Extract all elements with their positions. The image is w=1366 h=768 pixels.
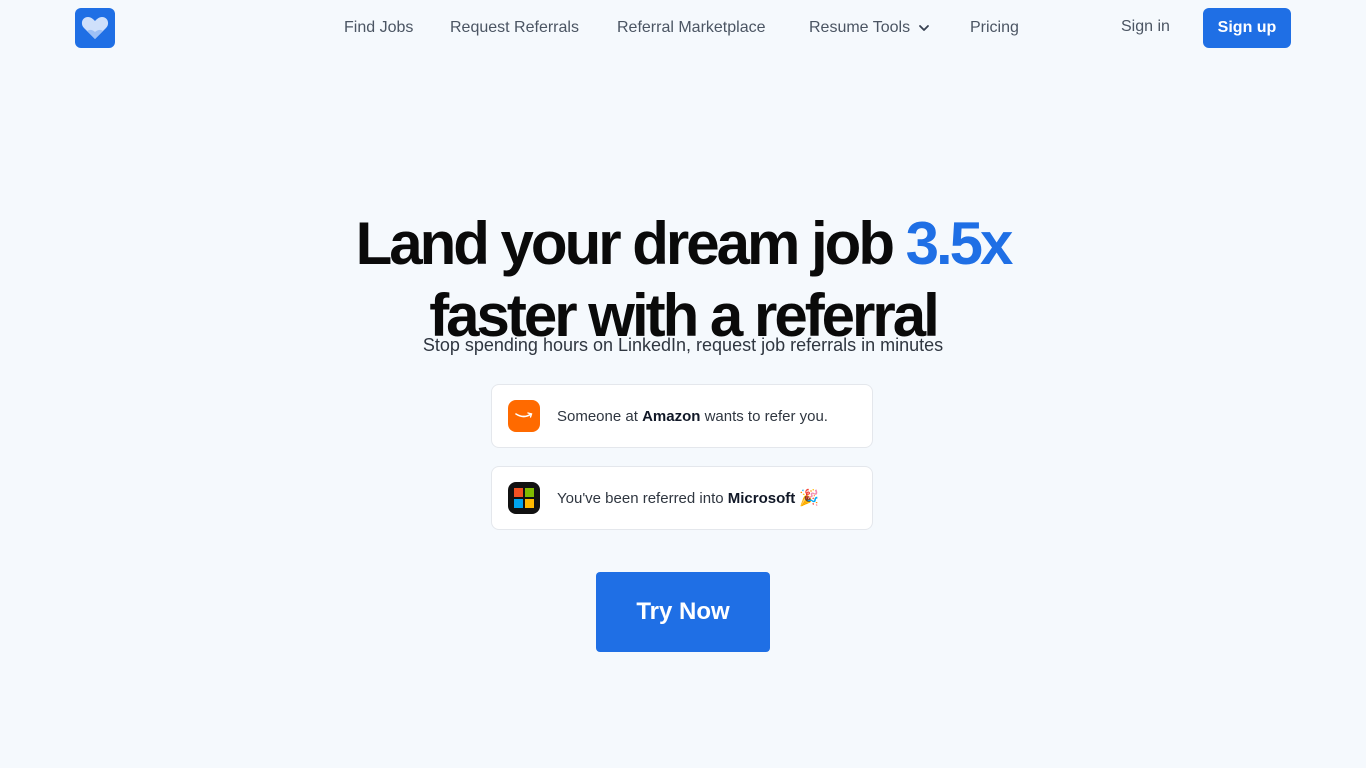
notification-prefix: You've been referred into	[557, 490, 728, 507]
amazon-icon	[508, 400, 540, 432]
sign-in-link[interactable]: Sign in	[1121, 18, 1170, 36]
notification-text: Someone at Amazon wants to refer you.	[557, 408, 828, 425]
nav-find-jobs[interactable]: Find Jobs	[344, 19, 413, 37]
company-name: Microsoft	[727, 490, 796, 507]
hero-subhead: Stop spending hours on LinkedIn, request…	[422, 335, 944, 355]
nav-pricing[interactable]: Pricing	[970, 19, 1019, 37]
party-popper-icon: 🎉	[799, 490, 820, 507]
microsoft-icon	[508, 482, 540, 514]
notification-amazon: Someone at Amazon wants to refer you.	[491, 384, 873, 448]
headline-accent: 3.5x	[905, 210, 1014, 278]
nav-request-referrals[interactable]: Request Referrals	[450, 19, 579, 37]
try-now-button[interactable]: Try Now	[596, 572, 770, 652]
headline-part1: Land your dream job	[355, 210, 906, 278]
top-navigation: Find Jobs Request Referrals Referral Mar…	[0, 0, 1366, 56]
hero-headline: Land your dream job 3.5x faster with a r…	[0, 208, 1366, 352]
nav-resume-tools-label: Resume Tools	[809, 19, 911, 36]
notification-suffix: wants to refer you.	[700, 407, 828, 425]
notification-microsoft: You've been referred into Microsoft 🎉	[491, 466, 873, 530]
company-name: Amazon	[642, 407, 701, 425]
notification-prefix: Someone at	[557, 407, 643, 425]
heart-logo-icon[interactable]	[75, 8, 115, 48]
chevron-down-icon	[919, 25, 929, 31]
sign-up-button[interactable]: Sign up	[1203, 8, 1291, 48]
notification-text: You've been referred into Microsoft 🎉	[557, 488, 819, 508]
nav-resume-tools[interactable]: Resume Tools	[809, 19, 930, 37]
nav-referral-marketplace[interactable]: Referral Marketplace	[617, 19, 766, 37]
